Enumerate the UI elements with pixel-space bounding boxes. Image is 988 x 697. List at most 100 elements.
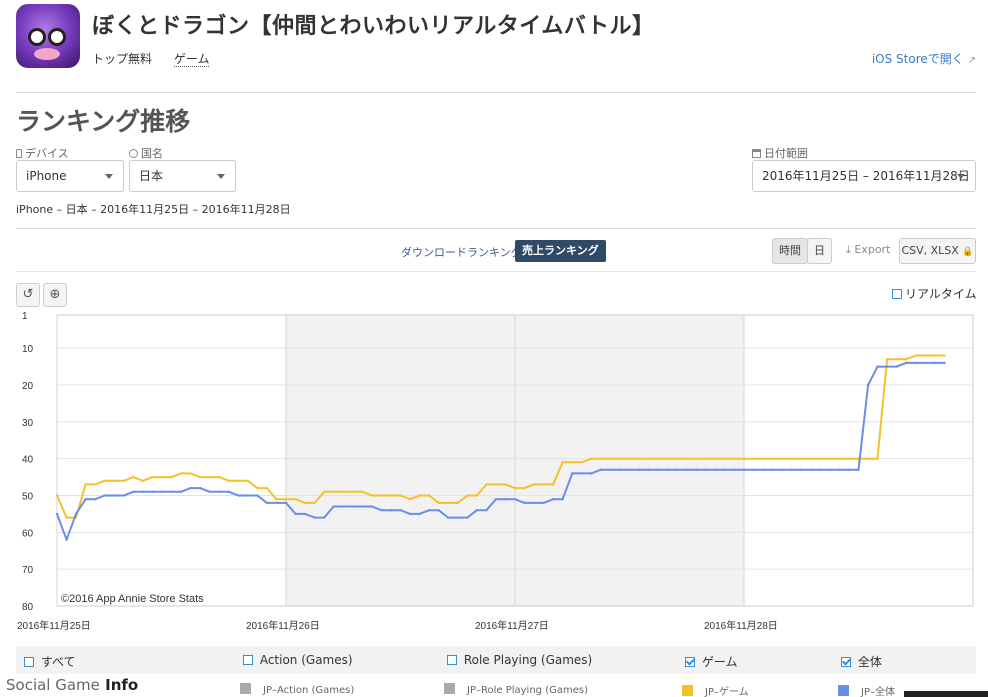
tab-sales-ranking[interactable]: 売上ランキング (515, 240, 606, 262)
data-point (666, 457, 669, 460)
data-point (189, 486, 192, 490)
data-point (456, 501, 459, 505)
data-point (685, 457, 688, 460)
data-point (237, 479, 240, 482)
data-point (256, 486, 259, 490)
y-tick-label: 50 (22, 491, 34, 502)
country-select[interactable]: 日本 (129, 160, 236, 192)
data-point (904, 361, 908, 365)
globe-icon (129, 149, 138, 158)
data-point (790, 468, 793, 471)
data-point (399, 494, 402, 497)
legend-action[interactable]: Action (Games) (243, 653, 353, 667)
legend-all[interactable]: すべて (24, 653, 76, 670)
data-point (84, 497, 87, 501)
data-point (675, 468, 679, 471)
country-select-value: 日本 (139, 169, 164, 183)
y-tick-label: 80 (22, 602, 34, 613)
data-point (389, 509, 393, 512)
data-point (819, 468, 822, 471)
legend-game[interactable]: ゲーム (685, 653, 737, 670)
legend-role-playing[interactable]: Role Playing (Games) (447, 653, 592, 667)
legend-action-checkbox[interactable] (243, 655, 253, 665)
data-point (65, 538, 68, 541)
data-point (494, 497, 498, 501)
data-point (656, 457, 660, 460)
data-point (475, 509, 478, 512)
data-point (246, 494, 249, 497)
data-point (866, 383, 870, 387)
data-point (733, 457, 736, 460)
data-point (628, 457, 631, 460)
data-point (781, 457, 784, 460)
data-point (685, 468, 688, 471)
realtime-toggle[interactable]: リアルタイム (892, 285, 977, 302)
device-select[interactable]: iPhone (16, 160, 124, 192)
data-point (513, 486, 517, 490)
data-point (552, 497, 555, 501)
watermark-logo: Social Game Info (6, 676, 139, 694)
data-point (761, 457, 765, 460)
data-point (265, 486, 269, 490)
data-point (427, 494, 431, 497)
data-point (933, 354, 936, 357)
realtime-checkbox[interactable] (892, 289, 902, 299)
data-point (485, 509, 488, 512)
data-point (313, 501, 316, 505)
data-point (198, 475, 202, 479)
ios-store-link[interactable]: iOS Storeで開く ↗ (872, 50, 976, 67)
data-point (532, 483, 536, 486)
data-point (943, 361, 946, 365)
x-tick-label: 2016年11月25日 (17, 619, 91, 632)
data-point (160, 490, 164, 494)
chart-credit: ©2016 App Annie Store Stats (61, 593, 204, 605)
data-point (742, 468, 746, 471)
data-point (552, 483, 555, 486)
data-point (418, 494, 421, 497)
data-point (771, 457, 774, 460)
data-point (227, 479, 230, 482)
data-point (160, 475, 164, 479)
data-point (122, 479, 126, 482)
data-point (256, 494, 259, 497)
y-tick-label: 30 (22, 418, 34, 429)
data-point (704, 457, 707, 460)
data-point (504, 483, 507, 486)
hour-button[interactable]: 時間 (772, 238, 808, 264)
data-point (294, 497, 297, 501)
app-category-link[interactable]: ゲーム (173, 52, 210, 67)
series-swatch-action (240, 683, 251, 694)
legend-overall-checkbox[interactable] (841, 657, 851, 667)
data-point (141, 490, 145, 494)
data-point (103, 479, 106, 482)
data-point (332, 505, 335, 508)
data-point (456, 516, 459, 519)
reset-zoom-button[interactable]: ↺ (16, 283, 40, 307)
data-point (714, 457, 717, 460)
app-icon-eye-left (28, 28, 46, 46)
day-button[interactable]: 日 (807, 238, 832, 264)
data-point (828, 457, 832, 460)
download-icon: ⤓ (846, 243, 851, 256)
tabs-divider (16, 271, 976, 272)
data-point (151, 490, 154, 494)
tab-download-ranking[interactable]: ダウンロードランキング (401, 244, 522, 260)
csv-xlsx-button[interactable]: CSV, XLSX 🔒 (899, 238, 976, 264)
legend-role-playing-checkbox[interactable] (447, 655, 457, 665)
legend-game-checkbox[interactable] (685, 657, 695, 667)
data-point (695, 468, 698, 471)
data-point (800, 468, 803, 471)
data-point (170, 490, 173, 494)
header-divider (16, 92, 976, 93)
series-swatch-overall (838, 685, 849, 696)
zoom-button[interactable]: ⊕ (43, 283, 67, 307)
data-point (504, 497, 507, 501)
data-point (113, 494, 116, 497)
realtime-label: リアルタイム (905, 287, 977, 301)
data-point (408, 497, 412, 501)
date-range-select[interactable]: 2016年11月25日 – 2016年11月28日 (752, 160, 976, 192)
legend-overall[interactable]: 全体 (841, 653, 882, 670)
device-icon (16, 149, 22, 158)
data-point (303, 512, 307, 516)
legend-all-checkbox[interactable] (24, 657, 34, 667)
